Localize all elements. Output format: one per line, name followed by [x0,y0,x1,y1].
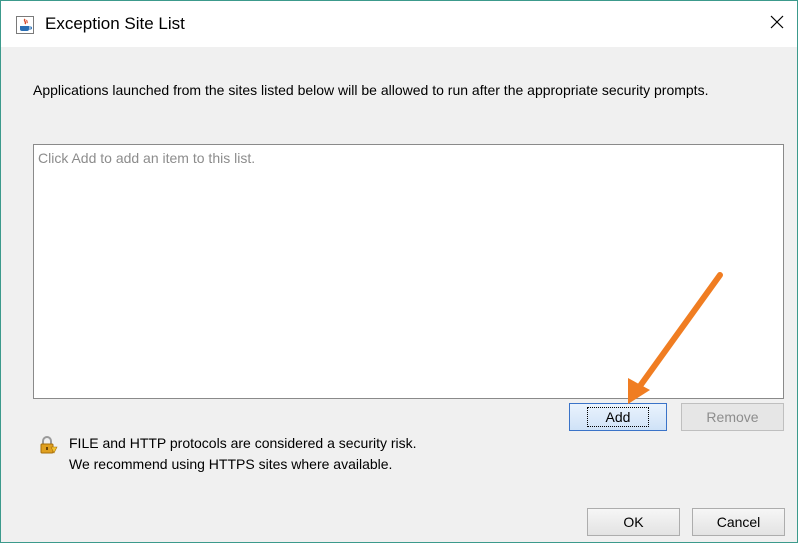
site-list-placeholder: Click Add to add an item to this list. [38,150,256,166]
cancel-button-label: Cancel [716,514,761,530]
title-bar[interactable]: Exception Site List [1,1,797,47]
description-text: Applications launched from the sites lis… [33,82,709,98]
dialog-title: Exception Site List [45,14,185,33]
java-icon [16,16,34,34]
cancel-button[interactable]: Cancel [692,508,785,536]
site-list[interactable]: Click Add to add an item to this list. [33,144,784,399]
lock-warning-icon [38,435,58,455]
exception-site-list-dialog: Exception Site List Applications launche… [0,0,798,543]
remove-button-label: Remove [706,409,759,425]
ok-button[interactable]: OK [587,508,680,536]
close-button[interactable] [757,1,797,47]
close-icon [769,14,785,35]
add-button[interactable]: Add [569,403,667,431]
add-button-label: Add [586,407,650,427]
remove-button[interactable]: Remove [681,403,784,431]
security-warning-line1: FILE and HTTP protocols are considered a… [69,435,417,451]
security-warning-line2: We recommend using HTTPS sites where ava… [69,456,393,472]
ok-button-label: OK [623,514,644,530]
